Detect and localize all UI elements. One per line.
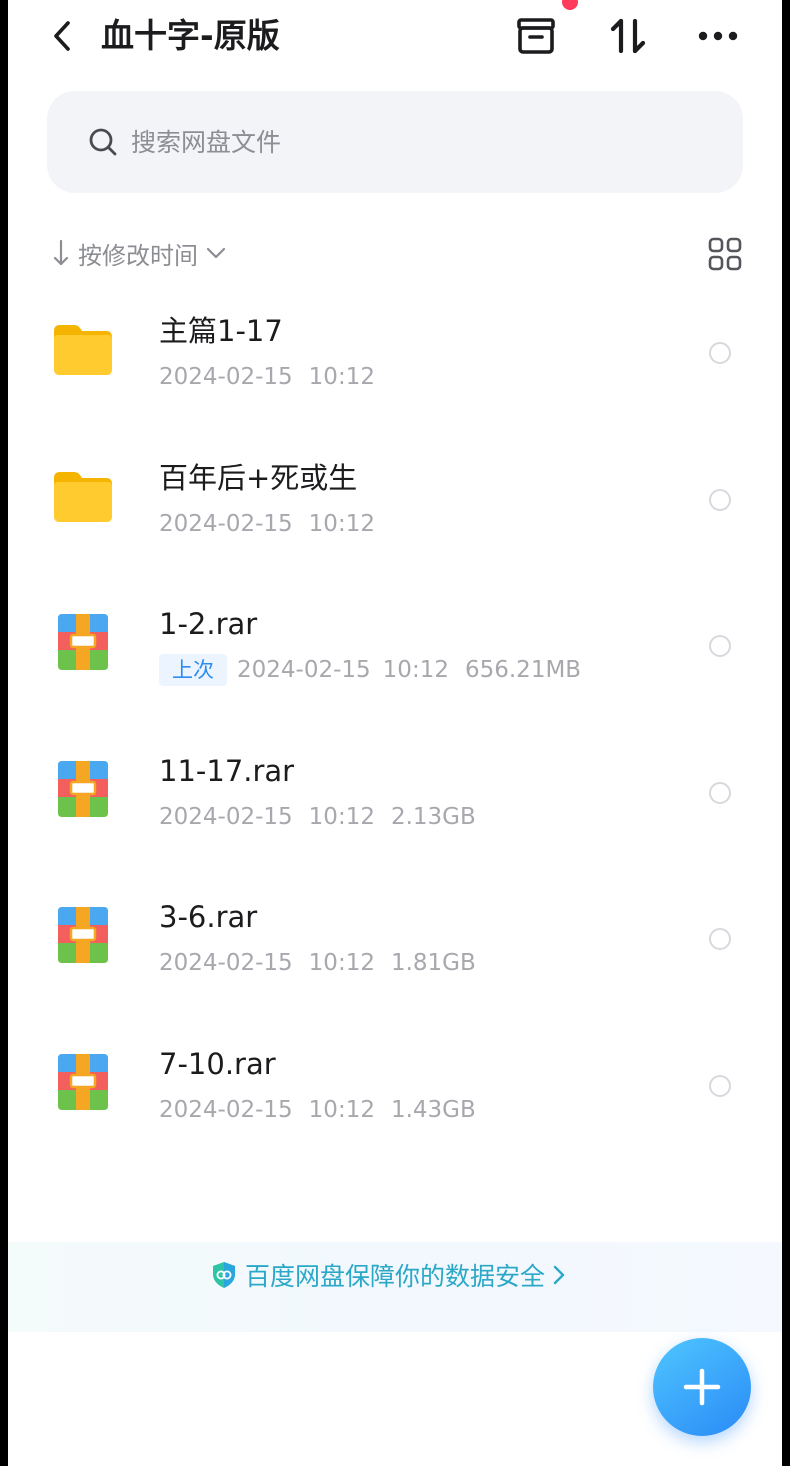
select-checkbox[interactable] xyxy=(709,1074,731,1097)
file-date: 2024-02-15 xyxy=(159,803,293,830)
file-size: 1.43GB xyxy=(390,1096,476,1123)
file-name: 1-2.rar xyxy=(159,607,258,641)
folder-icon xyxy=(54,325,112,375)
file-name: 3-6.rar xyxy=(159,900,258,934)
archive-file-icon xyxy=(58,614,108,670)
file-meta: 2024-02-15 10:12 2.13GB xyxy=(159,799,476,835)
file-date: 2024-02-15 xyxy=(159,364,293,390)
sort-descending-icon xyxy=(53,239,69,266)
file-name: 百年后+死或生 xyxy=(159,460,358,495)
back-icon xyxy=(54,21,70,51)
file-name: 7-10.rar xyxy=(159,1046,276,1081)
select-checkbox[interactable] xyxy=(709,781,731,804)
page-title: 血十字-原版 xyxy=(101,16,280,55)
file-date: 2024-02-15 xyxy=(159,510,293,537)
notification-dot xyxy=(562,0,578,10)
select-checkbox[interactable] xyxy=(709,635,731,657)
file-time: 10:12 xyxy=(308,364,375,390)
file-row[interactable]: 1-2.rar 上次 2024-02-15 10:12 656.21MB xyxy=(8,574,782,721)
file-meta: 2024-02-15 10:12 xyxy=(159,359,375,395)
file-meta: 2024-02-15 10:12 xyxy=(159,506,375,542)
select-checkbox[interactable] xyxy=(709,488,731,511)
file-time: 10:12 xyxy=(382,657,449,683)
more-button[interactable] xyxy=(694,12,742,60)
add-button[interactable] xyxy=(653,1338,751,1436)
security-link[interactable]: 百度网盘保障你的数据安全 xyxy=(211,1256,567,1294)
file-date: 2024-02-15 xyxy=(159,950,293,976)
transfer-button[interactable] xyxy=(604,12,652,60)
file-list: 主篇1-17 2024-02-15 10:12 百年后+死或生 2024-02-… xyxy=(8,281,782,1160)
file-time: 10:12 xyxy=(308,1096,375,1123)
archive-file-icon xyxy=(58,760,108,817)
file-row[interactable]: 11-17.rar 2024-02-15 10:12 2.13GB xyxy=(8,721,782,868)
file-row[interactable]: 百年后+死或生 2024-02-15 10:12 xyxy=(8,428,782,575)
file-date: 2024-02-15 xyxy=(237,657,371,683)
grid-view-button[interactable] xyxy=(705,234,745,274)
file-meta: 2024-02-15 10:12 1.81GB xyxy=(159,945,476,981)
recent-badge: 上次 xyxy=(159,654,227,686)
search-input[interactable] xyxy=(131,121,711,163)
file-time: 10:12 xyxy=(308,803,375,830)
file-time: 10:12 xyxy=(308,510,375,537)
file-size: 1.81GB xyxy=(390,950,476,976)
search-icon xyxy=(89,128,117,156)
file-meta: 2024-02-15 10:12 1.43GB xyxy=(159,1092,476,1128)
select-checkbox[interactable] xyxy=(709,342,731,364)
file-time: 10:12 xyxy=(308,950,375,976)
archive-button[interactable] xyxy=(512,12,560,60)
transfer-icon xyxy=(610,18,646,54)
grid-view-icon xyxy=(708,237,742,271)
security-text: 百度网盘保障你的数据安全 xyxy=(245,1262,546,1291)
security-banner: 百度网盘保障你的数据安全 xyxy=(8,1242,782,1332)
chevron-right-icon xyxy=(553,1265,565,1285)
back-button[interactable] xyxy=(42,14,82,58)
file-size: 656.21MB xyxy=(464,657,582,683)
file-row[interactable]: 3-6.rar 2024-02-15 10:12 1.81GB xyxy=(8,867,782,1014)
archive-icon xyxy=(517,18,555,54)
more-icon xyxy=(698,31,738,41)
archive-file-icon xyxy=(58,1053,108,1110)
select-checkbox[interactable] xyxy=(709,928,731,950)
sort-label: 按修改时间 xyxy=(78,241,198,270)
file-size: 2.13GB xyxy=(390,803,476,830)
shield-icon xyxy=(213,1262,235,1288)
file-row[interactable]: 7-10.rar 2024-02-15 10:12 1.43GB xyxy=(8,1014,782,1161)
plus-icon xyxy=(683,1368,721,1406)
search-bar[interactable] xyxy=(47,91,743,193)
folder-icon xyxy=(54,471,112,522)
chevron-down-icon xyxy=(206,247,226,259)
sort-dropdown[interactable]: 按修改时间 xyxy=(52,233,228,273)
file-row[interactable]: 主篇1-17 2024-02-15 10:12 xyxy=(8,281,782,428)
file-name: 11-17.rar xyxy=(159,753,295,788)
file-date: 2024-02-15 xyxy=(159,1096,293,1123)
header: 血十字-原版 xyxy=(8,0,782,76)
archive-file-icon xyxy=(58,907,108,963)
screen: 血十字-原版 搜索网盘文件 按修改时间 主篇1-17 2024-02-15 10… xyxy=(8,0,782,1466)
file-meta: 上次 2024-02-15 10:12 656.21MB xyxy=(159,652,581,688)
file-name: 主篇1-17 xyxy=(159,314,283,348)
